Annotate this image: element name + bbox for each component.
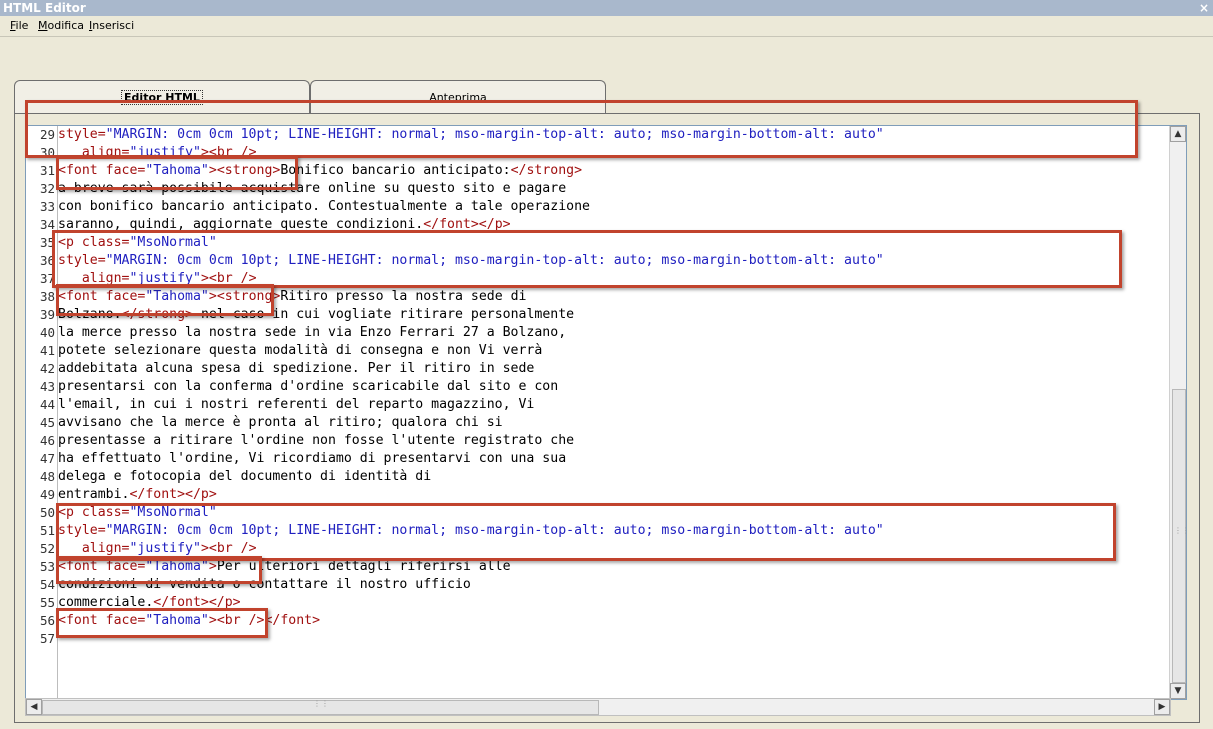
code-token: l'email, in cui i nostri referenti del r… (58, 397, 535, 412)
line-number: 57 (39, 631, 55, 646)
line-number: 56 (39, 613, 55, 628)
line-number: 49 (39, 487, 55, 502)
line-number: 39 (39, 307, 55, 322)
menu-separator (0, 36, 1213, 37)
line-number: 42 (39, 361, 55, 376)
code-token: delega e fotocopia del documento di iden… (58, 469, 432, 484)
line-number: 48 (39, 469, 55, 484)
code-token: addebitata alcuna spesa di spedizione. P… (58, 361, 535, 376)
code-token: con bonifico bancario anticipato. Contes… (58, 199, 590, 214)
vertical-scroll-thumb[interactable]: ⋮⋮ (1172, 389, 1186, 683)
line-number: 32 (39, 181, 55, 196)
annotation-box (52, 230, 1122, 288)
code-token: </strong> (510, 163, 583, 178)
line-number: 52 (39, 541, 55, 556)
menu-bar: File Modifica Inserisci (0, 17, 1213, 35)
code-token: Ritiro presso la nostra sede di (280, 289, 527, 304)
line-number: 44 (39, 397, 55, 412)
scroll-right-icon[interactable]: ▶ (1154, 699, 1170, 715)
annotation-box (25, 100, 1138, 158)
code-token: Bonifico bancario anticipato: (280, 163, 511, 178)
code-token: la merce presso la nostra sede in via En… (58, 325, 567, 340)
line-number: 46 (39, 433, 55, 448)
code-line[interactable]: potete selezionare questa modalità di co… (58, 342, 542, 360)
scroll-left-icon[interactable]: ◀ (26, 699, 42, 715)
menu-modifica[interactable]: Modifica (38, 17, 84, 35)
line-number: 33 (39, 199, 55, 214)
code-token: ha effettuato l'ordine, Vi ricordiamo di… (58, 451, 567, 466)
code-line[interactable]: con bonifico bancario anticipato. Contes… (58, 198, 590, 216)
annotation-box (56, 556, 262, 584)
code-line[interactable]: avvisano che la merce è pronta al ritiro… (58, 414, 503, 432)
line-number: 47 (39, 451, 55, 466)
close-icon[interactable]: × (1199, 0, 1209, 16)
code-line[interactable]: delega e fotocopia del documento di iden… (58, 468, 431, 486)
window-title: HTML Editor (3, 1, 86, 15)
horizontal-scroll-thumb[interactable]: ⋮⋮ (42, 699, 599, 715)
menu-inserisci[interactable]: Inserisci (89, 17, 134, 35)
code-line[interactable]: ha effettuato l'ordine, Vi ricordiamo di… (58, 450, 566, 468)
code-token: </font></p> (129, 487, 217, 502)
line-number: 50 (39, 505, 55, 520)
line-number: 40 (39, 325, 55, 340)
line-number: 41 (39, 343, 55, 358)
code-token: avvisano che la merce è pronta al ritiro… (58, 415, 503, 430)
menu-file[interactable]: File (10, 17, 28, 35)
code-line[interactable]: presentarsi con la conferma d'ordine sca… (58, 378, 558, 396)
scroll-down-icon[interactable]: ▼ (1170, 683, 1186, 699)
line-number: 43 (39, 379, 55, 394)
line-number: 45 (39, 415, 55, 430)
code-line[interactable]: l'email, in cui i nostri referenti del r… (58, 396, 534, 414)
code-token: potete selezionare questa modalità di co… (58, 343, 543, 358)
scroll-up-icon[interactable]: ▲ (1170, 126, 1186, 142)
line-number: 51 (39, 523, 55, 538)
line-number: 54 (39, 577, 55, 592)
line-number: 53 (39, 559, 55, 574)
line-number: 55 (39, 595, 55, 610)
code-line[interactable]: addebitata alcuna spesa di spedizione. P… (58, 360, 534, 378)
line-number: 38 (39, 289, 55, 304)
annotation-box (56, 608, 268, 638)
line-number-gutter: 29 30 31 32 33 34 35 36 37 38 39 40 41 42 43 44 45 46 47 48… (26, 126, 58, 699)
horizontal-grip-icon: ⋮⋮ (313, 699, 329, 708)
horizontal-scrollbar[interactable]: ◀ ⋮⋮ ▶ (25, 698, 1171, 716)
line-number: 31 (39, 163, 55, 178)
title-bar: HTML Editor × (0, 0, 1213, 16)
code-line[interactable]: la merce presso la nostra sede in via En… (58, 324, 566, 342)
code-line[interactable]: presentasse a ritirare l'ordine non foss… (58, 432, 574, 450)
code-token: presentasse a ritirare l'ordine non foss… (58, 433, 575, 448)
code-token: entrambi. (58, 487, 130, 502)
code-line[interactable]: entrambi.</font></p> (58, 486, 217, 504)
annotation-box (56, 156, 298, 190)
annotation-box (56, 503, 1116, 561)
vertical-scrollbar[interactable]: ▲ ⋮⋮ ▼ (1169, 126, 1186, 699)
code-token: presentarsi con la conferma d'ordine sca… (58, 379, 559, 394)
vertical-grip-icon: ⋮⋮ (1174, 526, 1186, 535)
annotation-box (56, 284, 274, 316)
